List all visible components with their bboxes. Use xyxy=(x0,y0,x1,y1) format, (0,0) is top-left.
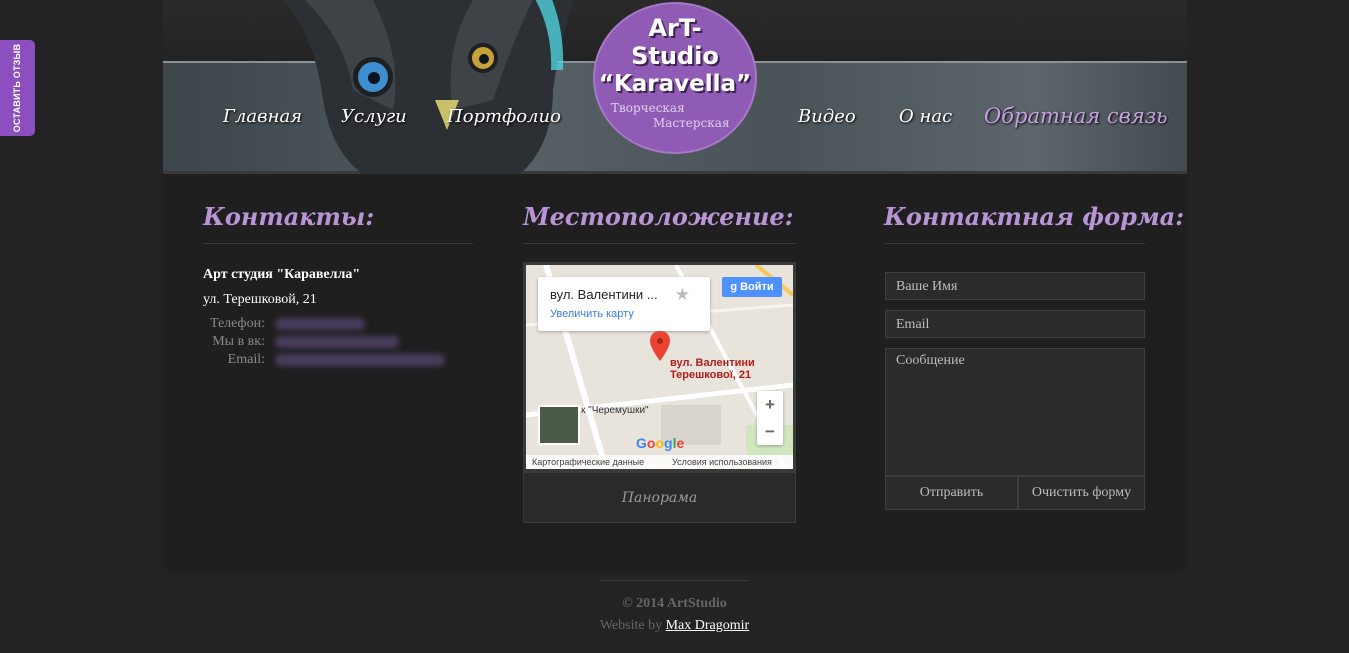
phone-label: Телефон: xyxy=(209,316,265,331)
header: Главная Услуги Портфолио Видео О нас Обр… xyxy=(163,0,1187,174)
satellite-thumbnail[interactable] xyxy=(538,405,580,445)
owl-illustration xyxy=(283,0,573,174)
google-plus-icon: g xyxy=(730,281,741,293)
name-input[interactable]: Ваше Имя xyxy=(885,272,1145,300)
divider xyxy=(885,243,1145,244)
contact-address: ул. Терешковой, 21 xyxy=(203,292,317,307)
form-title: Контактная форма: xyxy=(884,202,1185,231)
map-pin-label: вул. Валентини Терешкової, 21 xyxy=(670,357,755,381)
main-container: Главная Услуги Портфолио Видео О нас Обр… xyxy=(163,0,1187,572)
map-footer: Картографические данные Условия использо… xyxy=(526,455,793,469)
map-terms-link[interactable]: Условия использования xyxy=(672,457,772,467)
logo[interactable]: ArT- Studio “Karavella” Творческая Масте… xyxy=(593,2,757,154)
logo-subtitle-2: Мастерская xyxy=(653,116,730,130)
map-poi-label: к "Черемушки" xyxy=(581,405,649,416)
nav-feedback[interactable]: Обратная связь xyxy=(984,104,1168,128)
copyright: © 2014 ArtStudio xyxy=(622,596,727,611)
map-zoom-control: + − xyxy=(757,391,783,445)
map-info-title: вул. Валентини ... xyxy=(550,287,658,302)
google-logo: Google xyxy=(636,435,685,451)
contact-name: Арт студия "Каравелла" xyxy=(203,267,361,282)
panorama-button[interactable]: Панорама xyxy=(523,472,796,523)
submit-button[interactable]: Отправить xyxy=(885,476,1018,510)
website-credit: Website by Max Dragomir xyxy=(0,618,1349,634)
nav-home[interactable]: Главная xyxy=(223,106,302,127)
website-by-label: Website by xyxy=(599,618,663,633)
map-data-link[interactable]: Картографические данные xyxy=(532,457,644,467)
divider xyxy=(203,243,473,244)
feedback-tab-label: ОСТАВИТЬ ОТЗЫВ xyxy=(12,43,23,133)
nav-video[interactable]: Видео xyxy=(798,106,856,127)
map-zoom-link[interactable]: Увеличить карту xyxy=(550,308,634,320)
vk-label: Мы в вк: xyxy=(212,334,265,349)
map-pin-icon[interactable] xyxy=(650,331,670,361)
message-textarea[interactable]: Сообщение xyxy=(885,348,1145,476)
email-input[interactable]: Email xyxy=(885,310,1145,338)
nav-about[interactable]: О нас xyxy=(899,106,952,127)
map-signin-label: Войти xyxy=(740,281,774,293)
email-value-blurred[interactable] xyxy=(275,354,445,366)
vk-value-blurred[interactable] xyxy=(275,336,399,348)
map-info-window: вул. Валентини ... Увеличить карту ★ xyxy=(538,277,710,331)
star-icon[interactable]: ★ xyxy=(675,285,690,305)
footer-divider xyxy=(600,580,749,581)
reset-button[interactable]: Очистить форму xyxy=(1018,476,1145,510)
logo-subtitle-1: Творческая xyxy=(611,101,685,115)
location-title: Местоположение: xyxy=(523,202,794,231)
feedback-tab[interactable]: ОСТАВИТЬ ОТЗЫВ xyxy=(0,40,35,136)
email-label: Email: xyxy=(227,352,265,367)
zoom-in-button[interactable]: + xyxy=(757,391,783,418)
phone-value-blurred xyxy=(275,318,365,330)
logo-line-3: “Karavella” xyxy=(598,71,752,97)
nav-services[interactable]: Услуги xyxy=(341,106,407,127)
divider xyxy=(523,243,796,244)
map-signin-button[interactable]: g Войти xyxy=(722,277,782,297)
google-map[interactable]: вул. Валентини ... Увеличить карту ★ g В… xyxy=(523,262,796,472)
author-link[interactable]: Max Dragomir xyxy=(666,618,750,633)
logo-line-1: ArT- xyxy=(648,14,702,42)
logo-line-2: Studio xyxy=(631,42,719,70)
zoom-out-button[interactable]: − xyxy=(757,418,783,445)
nav-portfolio[interactable]: Портфолио xyxy=(447,106,561,127)
contacts-title: Контакты: xyxy=(203,202,375,231)
